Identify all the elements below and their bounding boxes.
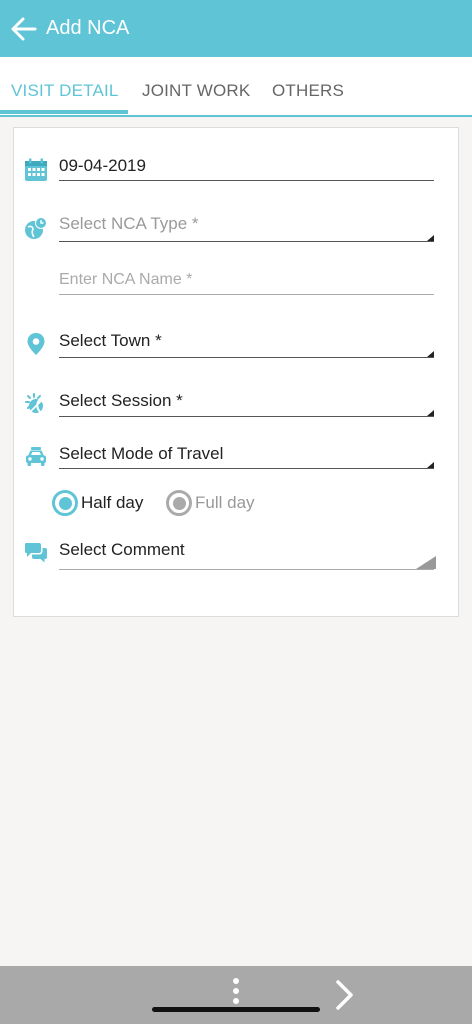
home-indicator xyxy=(152,1007,320,1012)
nca-type-underline xyxy=(59,241,434,242)
dropdown-arrow-icon xyxy=(416,556,436,569)
radio-unselected-icon xyxy=(166,490,192,516)
arrow-left-icon xyxy=(11,17,37,40)
chevron-right-icon[interactable] xyxy=(330,978,358,1012)
tab-bar: VISIT DETAIL JOINT WORK OTHERS xyxy=(0,57,472,117)
date-underline xyxy=(59,180,434,181)
globe-clock-icon xyxy=(25,217,47,239)
bottom-bar xyxy=(0,966,472,1024)
nca-type-label: Select NCA Type * xyxy=(59,214,199,233)
town-dropdown[interactable]: Select Town * xyxy=(59,331,434,351)
nca-name-placeholder: Enter NCA Name * xyxy=(59,271,193,288)
car-icon xyxy=(26,447,46,466)
calendar-icon xyxy=(25,158,47,181)
active-tab-indicator xyxy=(0,110,128,114)
location-pin-icon xyxy=(27,333,45,355)
comment-dropdown[interactable]: Select Comment xyxy=(59,540,434,560)
date-field[interactable]: 09-04-2019 xyxy=(59,156,434,176)
back-button[interactable] xyxy=(6,11,42,47)
dropdown-arrow-icon xyxy=(427,235,434,241)
nca-name-input[interactable]: Enter NCA Name * xyxy=(59,271,434,289)
app-bar: Add NCA xyxy=(0,0,472,57)
travel-mode-label: Select Mode of Travel xyxy=(59,444,224,463)
town-label: Select Town * xyxy=(59,331,162,350)
tab-others[interactable]: OTHERS xyxy=(272,81,344,101)
chat-bubbles-icon xyxy=(25,543,47,563)
dropdown-arrow-icon xyxy=(427,462,434,468)
half-day-label: Half day xyxy=(81,493,144,512)
comment-underline xyxy=(59,569,434,570)
page-title: Add NCA xyxy=(46,17,130,39)
full-day-radio[interactable]: Full day xyxy=(166,490,255,516)
travel-mode-dropdown[interactable]: Select Mode of Travel xyxy=(59,444,434,464)
town-underline xyxy=(59,357,434,358)
day-type-radio-group: Half day Full day xyxy=(14,490,460,518)
half-day-radio[interactable]: Half day xyxy=(52,490,143,516)
session-dropdown[interactable]: Select Session * xyxy=(59,391,434,411)
dropdown-arrow-icon xyxy=(427,351,434,357)
radio-selected-icon xyxy=(52,490,78,516)
more-vertical-icon[interactable] xyxy=(228,978,244,1006)
sun-moon-icon xyxy=(25,393,46,416)
tab-visit-detail[interactable]: VISIT DETAIL xyxy=(11,81,119,101)
comment-label: Select Comment xyxy=(59,540,185,559)
dropdown-arrow-icon xyxy=(427,410,434,416)
session-label: Select Session * xyxy=(59,391,183,410)
full-day-label: Full day xyxy=(195,493,255,512)
travel-mode-underline xyxy=(59,468,434,469)
nca-type-dropdown[interactable]: Select NCA Type * xyxy=(59,214,434,234)
date-value: 09-04-2019 xyxy=(59,156,146,175)
session-underline xyxy=(59,416,434,417)
visit-detail-form: 09-04-2019 Select NCA Type * Enter NCA N… xyxy=(13,127,459,617)
tab-joint-work[interactable]: JOINT WORK xyxy=(142,81,250,101)
nca-name-underline xyxy=(59,294,434,295)
